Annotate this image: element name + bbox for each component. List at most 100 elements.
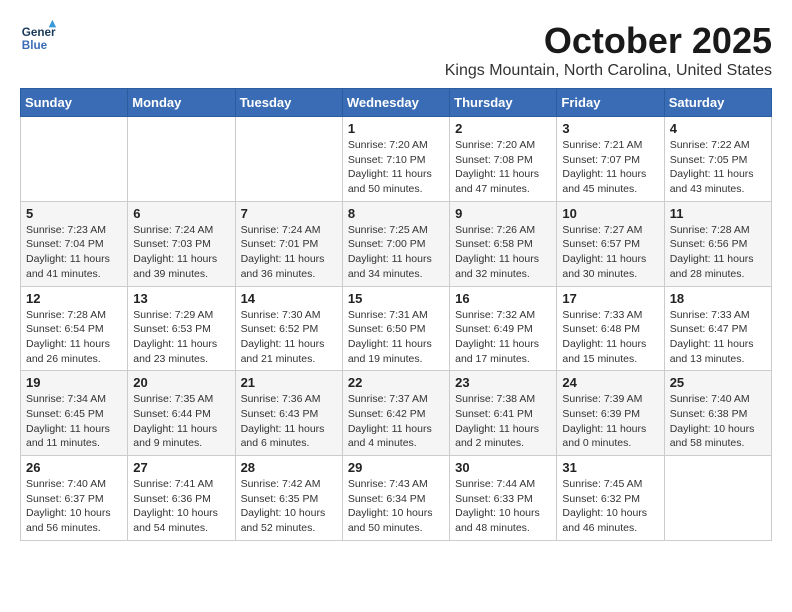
day-cell: 4 Sunrise: 7:22 AM Sunset: 7:05 PM Daylig…	[664, 117, 771, 202]
day-cell: 25 Sunrise: 7:40 AM Sunset: 6:38 PM Dayli…	[664, 371, 771, 456]
day-number: 31	[562, 460, 658, 475]
title-block: October 2025 Kings Mountain, North Carol…	[445, 20, 772, 80]
day-cell: 17 Sunrise: 7:33 AM Sunset: 6:48 PM Dayli…	[557, 286, 664, 371]
day-cell: 3 Sunrise: 7:21 AM Sunset: 7:07 PM Daylig…	[557, 117, 664, 202]
day-number: 8	[348, 206, 444, 221]
day-cell: 8 Sunrise: 7:25 AM Sunset: 7:00 PM Daylig…	[342, 201, 449, 286]
day-number: 1	[348, 121, 444, 136]
day-cell: 14 Sunrise: 7:30 AM Sunset: 6:52 PM Dayli…	[235, 286, 342, 371]
month-title: October 2025	[445, 20, 772, 62]
logo: General Blue	[20, 20, 56, 56]
day-number: 27	[133, 460, 229, 475]
day-number: 15	[348, 291, 444, 306]
day-number: 23	[455, 375, 551, 390]
day-cell: 1Sunrise: 7:20 AM Sunset: 7:10 PM Daylig…	[342, 117, 449, 202]
day-cell: 27 Sunrise: 7:41 AM Sunset: 6:36 PM Dayli…	[128, 456, 235, 541]
day-info: Sunrise: 7:38 AM Sunset: 6:41 PM Dayligh…	[455, 392, 551, 451]
day-cell: 23 Sunrise: 7:38 AM Sunset: 6:41 PM Dayli…	[450, 371, 557, 456]
day-info: Sunrise: 7:42 AM Sunset: 6:35 PM Dayligh…	[241, 477, 337, 536]
week-row-1: 1Sunrise: 7:20 AM Sunset: 7:10 PM Daylig…	[21, 117, 772, 202]
day-info: Sunrise: 7:33 AM Sunset: 6:47 PM Dayligh…	[670, 308, 766, 367]
header-monday: Monday	[128, 89, 235, 117]
day-cell: 10Sunrise: 7:27 AM Sunset: 6:57 PM Dayli…	[557, 201, 664, 286]
header-thursday: Thursday	[450, 89, 557, 117]
day-number: 12	[26, 291, 122, 306]
day-number: 24	[562, 375, 658, 390]
header-row: SundayMondayTuesdayWednesdayThursdayFrid…	[21, 89, 772, 117]
day-number: 9	[455, 206, 551, 221]
day-number: 7	[241, 206, 337, 221]
day-info: Sunrise: 7:21 AM Sunset: 7:07 PM Dayligh…	[562, 138, 658, 197]
day-number: 30	[455, 460, 551, 475]
day-info: Sunrise: 7:27 AM Sunset: 6:57 PM Dayligh…	[562, 223, 658, 282]
day-cell	[128, 117, 235, 202]
day-cell: 19 Sunrise: 7:34 AM Sunset: 6:45 PM Dayli…	[21, 371, 128, 456]
day-cell: 2 Sunrise: 7:20 AM Sunset: 7:08 PM Daylig…	[450, 117, 557, 202]
day-number: 29	[348, 460, 444, 475]
day-number: 19	[26, 375, 122, 390]
day-number: 22	[348, 375, 444, 390]
day-cell	[21, 117, 128, 202]
day-cell: 11 Sunrise: 7:28 AM Sunset: 6:56 PM Dayli…	[664, 201, 771, 286]
location-subtitle: Kings Mountain, North Carolina, United S…	[445, 62, 772, 80]
day-info: Sunrise: 7:32 AM Sunset: 6:49 PM Dayligh…	[455, 308, 551, 367]
day-info: Sunrise: 7:25 AM Sunset: 7:00 PM Dayligh…	[348, 223, 444, 282]
page-header: General Blue October 2025 Kings Mountain…	[20, 20, 772, 80]
day-info: Sunrise: 7:23 AM Sunset: 7:04 PM Dayligh…	[26, 223, 122, 282]
day-number: 14	[241, 291, 337, 306]
header-tuesday: Tuesday	[235, 89, 342, 117]
day-info: Sunrise: 7:34 AM Sunset: 6:45 PM Dayligh…	[26, 392, 122, 451]
svg-text:General: General	[22, 26, 56, 39]
day-cell: 18 Sunrise: 7:33 AM Sunset: 6:47 PM Dayli…	[664, 286, 771, 371]
day-info: Sunrise: 7:28 AM Sunset: 6:54 PM Dayligh…	[26, 308, 122, 367]
day-number: 26	[26, 460, 122, 475]
day-info: Sunrise: 7:20 AM Sunset: 7:08 PM Dayligh…	[455, 138, 551, 197]
day-info: Sunrise: 7:36 AM Sunset: 6:43 PM Dayligh…	[241, 392, 337, 451]
day-number: 16	[455, 291, 551, 306]
day-info: Sunrise: 7:44 AM Sunset: 6:33 PM Dayligh…	[455, 477, 551, 536]
day-number: 28	[241, 460, 337, 475]
day-number: 13	[133, 291, 229, 306]
week-row-5: 26Sunrise: 7:40 AM Sunset: 6:37 PM Dayli…	[21, 456, 772, 541]
header-friday: Friday	[557, 89, 664, 117]
day-number: 3	[562, 121, 658, 136]
day-cell	[664, 456, 771, 541]
svg-text:Blue: Blue	[22, 39, 48, 52]
week-row-3: 12 Sunrise: 7:28 AM Sunset: 6:54 PM Dayli…	[21, 286, 772, 371]
day-number: 2	[455, 121, 551, 136]
day-cell: 22 Sunrise: 7:37 AM Sunset: 6:42 PM Dayli…	[342, 371, 449, 456]
day-number: 17	[562, 291, 658, 306]
day-info: Sunrise: 7:30 AM Sunset: 6:52 PM Dayligh…	[241, 308, 337, 367]
day-info: Sunrise: 7:31 AM Sunset: 6:50 PM Dayligh…	[348, 308, 444, 367]
day-number: 5	[26, 206, 122, 221]
day-info: Sunrise: 7:35 AM Sunset: 6:44 PM Dayligh…	[133, 392, 229, 451]
day-number: 25	[670, 375, 766, 390]
day-cell: 13Sunrise: 7:29 AM Sunset: 6:53 PM Dayli…	[128, 286, 235, 371]
day-number: 18	[670, 291, 766, 306]
day-cell: 21 Sunrise: 7:36 AM Sunset: 6:43 PM Dayli…	[235, 371, 342, 456]
day-info: Sunrise: 7:41 AM Sunset: 6:36 PM Dayligh…	[133, 477, 229, 536]
day-info: Sunrise: 7:24 AM Sunset: 7:01 PM Dayligh…	[241, 223, 337, 282]
day-cell: 7 Sunrise: 7:24 AM Sunset: 7:01 PM Daylig…	[235, 201, 342, 286]
day-cell: 12 Sunrise: 7:28 AM Sunset: 6:54 PM Dayli…	[21, 286, 128, 371]
day-info: Sunrise: 7:33 AM Sunset: 6:48 PM Dayligh…	[562, 308, 658, 367]
header-sunday: Sunday	[21, 89, 128, 117]
day-cell: 15 Sunrise: 7:31 AM Sunset: 6:50 PM Dayli…	[342, 286, 449, 371]
day-cell: 5 Sunrise: 7:23 AM Sunset: 7:04 PM Daylig…	[21, 201, 128, 286]
day-number: 21	[241, 375, 337, 390]
day-cell: 20 Sunrise: 7:35 AM Sunset: 6:44 PM Dayli…	[128, 371, 235, 456]
day-number: 20	[133, 375, 229, 390]
day-cell: 6Sunrise: 7:24 AM Sunset: 7:03 PM Daylig…	[128, 201, 235, 286]
day-info: Sunrise: 7:28 AM Sunset: 6:56 PM Dayligh…	[670, 223, 766, 282]
day-cell: 31Sunrise: 7:45 AM Sunset: 6:32 PM Dayli…	[557, 456, 664, 541]
day-info: Sunrise: 7:43 AM Sunset: 6:34 PM Dayligh…	[348, 477, 444, 536]
day-number: 11	[670, 206, 766, 221]
day-info: Sunrise: 7:37 AM Sunset: 6:42 PM Dayligh…	[348, 392, 444, 451]
day-cell: 28 Sunrise: 7:42 AM Sunset: 6:35 PM Dayli…	[235, 456, 342, 541]
day-info: Sunrise: 7:40 AM Sunset: 6:38 PM Dayligh…	[670, 392, 766, 451]
day-cell: 16 Sunrise: 7:32 AM Sunset: 6:49 PM Dayli…	[450, 286, 557, 371]
day-cell: 9Sunrise: 7:26 AM Sunset: 6:58 PM Daylig…	[450, 201, 557, 286]
day-info: Sunrise: 7:22 AM Sunset: 7:05 PM Dayligh…	[670, 138, 766, 197]
day-number: 4	[670, 121, 766, 136]
day-info: Sunrise: 7:24 AM Sunset: 7:03 PM Dayligh…	[133, 223, 229, 282]
